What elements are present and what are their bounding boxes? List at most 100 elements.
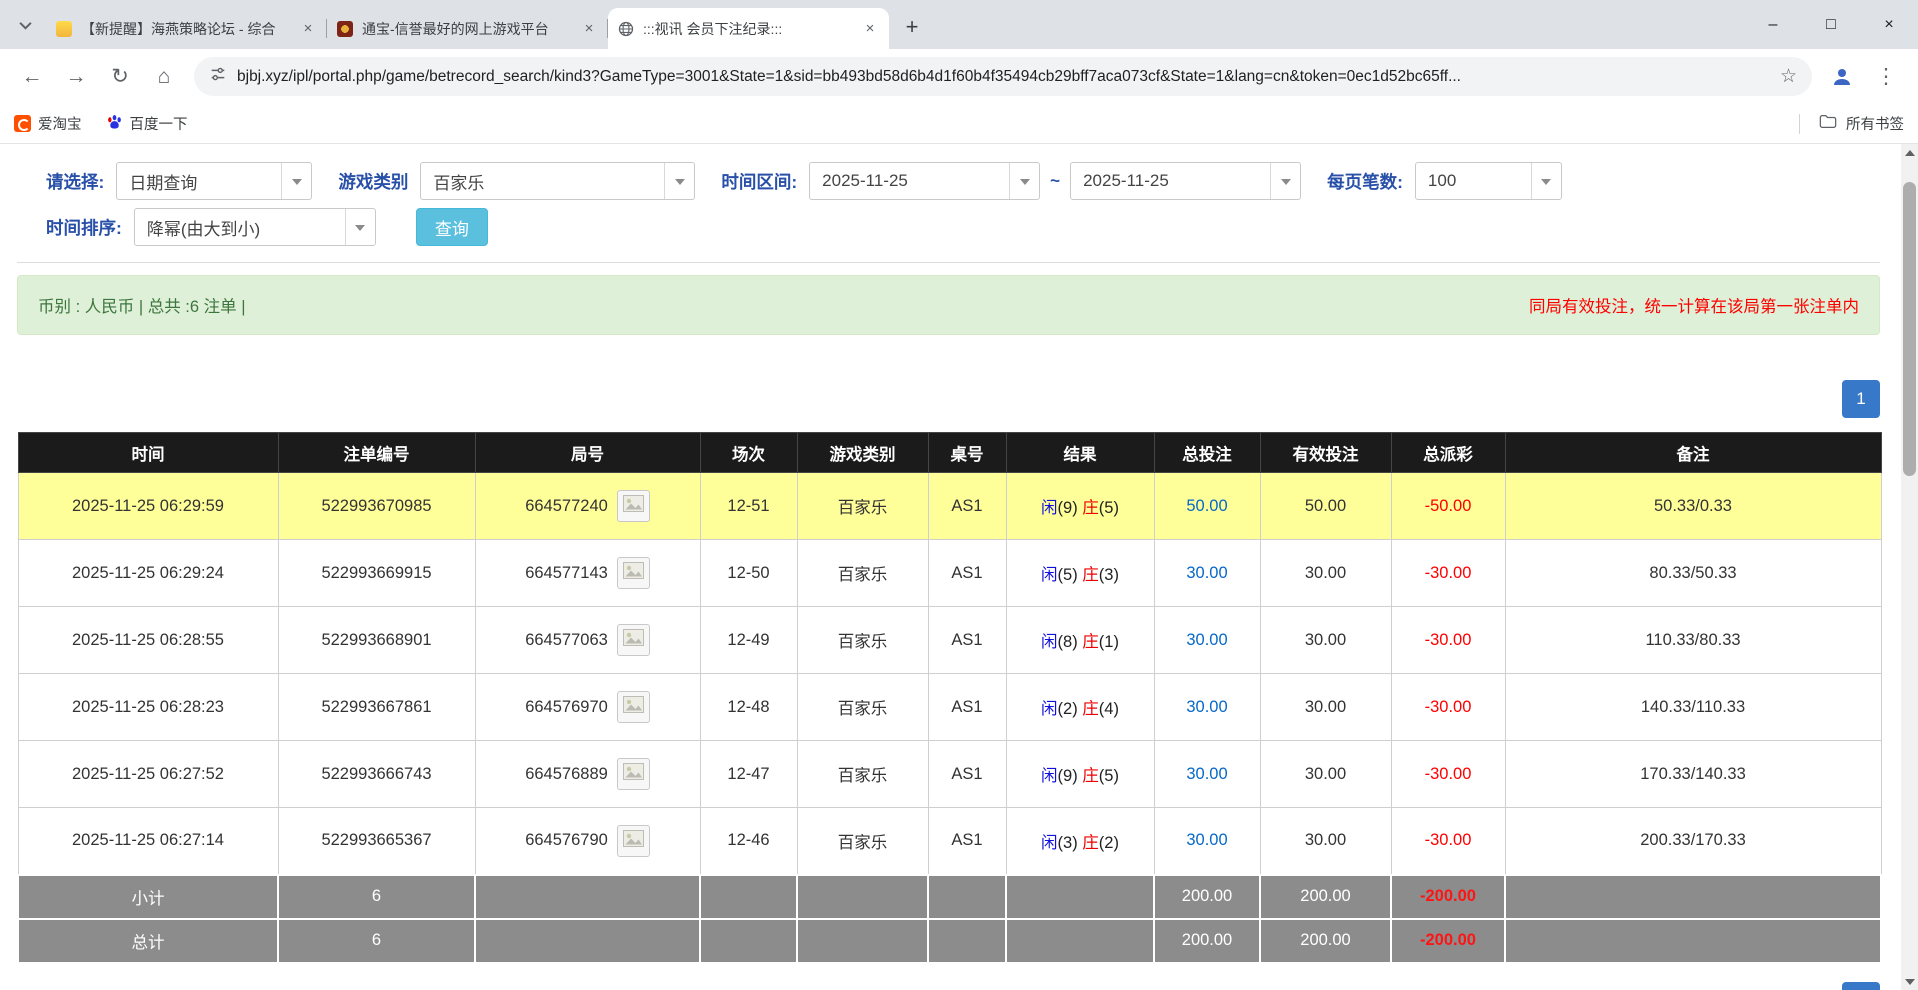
home-button[interactable]: ⌂ <box>144 57 184 97</box>
cell-total-bet: 50.00 <box>1154 473 1260 540</box>
round-video-button[interactable] <box>617 825 650 857</box>
new-tab-button[interactable]: + <box>897 12 927 42</box>
cell-game-type: 百家乐 <box>797 473 928 540</box>
back-button[interactable]: ← <box>12 57 52 97</box>
col-result: 结果 <box>1006 433 1154 473</box>
cell-total-bet: 30.00 <box>1154 607 1260 674</box>
bet-table-body: 2025-11-25 06:29:59522993670985664577240… <box>18 473 1881 875</box>
chevron-down-icon[interactable] <box>1009 163 1039 199</box>
cell-total-bet: 30.00 <box>1154 540 1260 607</box>
scrollbar-up-arrow[interactable] <box>1901 144 1918 161</box>
page-content: 请选择: 日期查询 游戏类别 百家乐 时间区间: 2025-11-25 <box>0 144 1918 990</box>
chevron-down-icon[interactable] <box>345 209 375 245</box>
reload-button[interactable]: ↻ <box>100 57 140 97</box>
window-maximize-button[interactable]: □ <box>1802 0 1860 49</box>
round-video-button[interactable] <box>617 758 650 790</box>
tab-1-favicon <box>56 21 72 37</box>
pagination-top: 1 <box>17 380 1880 418</box>
page-1-button[interactable]: 1 <box>1842 380 1880 418</box>
cell-game-type: 百家乐 <box>797 741 928 808</box>
window-controls: – □ × <box>1744 0 1918 49</box>
table-row: 2025-11-25 06:29:24522993669915664577143… <box>18 540 1881 607</box>
cell-table-no: AS1 <box>928 674 1006 741</box>
cell-time: 2025-11-25 06:29:24 <box>18 540 278 607</box>
cell-time: 2025-11-25 06:28:23 <box>18 674 278 741</box>
cell-payout: -30.00 <box>1391 540 1505 607</box>
bookmark-star-icon[interactable]: ☆ <box>1780 65 1797 88</box>
round-video-button[interactable] <box>617 624 650 656</box>
video-thumbnail-icon <box>623 495 644 517</box>
total-count: 6 <box>278 919 475 963</box>
col-table-no: 桌号 <box>928 433 1006 473</box>
total-total-bet: 200.00 <box>1154 919 1260 963</box>
cell-total-bet: 30.00 <box>1154 808 1260 875</box>
chevron-down-icon[interactable] <box>1270 163 1300 199</box>
forward-button[interactable]: → <box>56 57 96 97</box>
round-video-button[interactable] <box>617 490 650 522</box>
cell-session: 12-46 <box>700 808 797 875</box>
game-type-select[interactable]: 百家乐 <box>420 162 695 200</box>
total-row: 总计 6 200.00 200.00 -200.00 <box>18 919 1881 963</box>
video-thumbnail-icon <box>623 830 644 852</box>
bookmark-taobao[interactable]: 爱淘宝 <box>14 113 82 134</box>
total-payout: -200.00 <box>1391 919 1505 963</box>
cell-remark: 140.33/110.33 <box>1505 674 1881 741</box>
subtotal-valid-bet: 200.00 <box>1260 875 1391 919</box>
all-bookmarks-label[interactable]: 所有书签 <box>1846 113 1904 134</box>
round-video-button[interactable] <box>617 691 650 723</box>
cell-remark: 200.33/170.33 <box>1505 808 1881 875</box>
tab-1-close-icon[interactable]: × <box>299 20 317 38</box>
cell-result: 闲(9) 庄(5) <box>1006 473 1154 540</box>
browser-menu-icon[interactable]: ⋮ <box>1866 57 1906 97</box>
tab-3-close-icon[interactable]: × <box>861 20 879 38</box>
vertical-scrollbar[interactable] <box>1901 144 1918 990</box>
subtotal-label: 小计 <box>18 875 278 919</box>
window-close-button[interactable]: × <box>1860 0 1918 49</box>
cell-remark: 170.33/140.33 <box>1505 741 1881 808</box>
cell-round-id: 664577240 <box>475 473 700 540</box>
window-minimize-button[interactable]: – <box>1744 0 1802 49</box>
subtotal-payout: -200.00 <box>1391 875 1505 919</box>
page-size-select[interactable]: 100 <box>1415 162 1562 200</box>
browser-tab-1[interactable]: 【新提醒】海燕策略论坛 - 综合 × <box>46 8 327 49</box>
browser-navbar: ← → ↻ ⌂ bjbj.xyz/ipl/portal.php/game/bet… <box>0 49 1918 104</box>
search-button[interactable]: 查询 <box>416 208 488 246</box>
table-row: 2025-11-25 06:27:14522993665367664576790… <box>18 808 1881 875</box>
scrollbar-down-arrow[interactable] <box>1901 973 1918 990</box>
query-type-select[interactable]: 日期查询 <box>116 162 312 200</box>
chevron-down-icon[interactable] <box>1531 163 1561 199</box>
url-text[interactable]: bjbj.xyz/ipl/portal.php/game/betrecord_s… <box>237 68 1770 86</box>
browser-tab-3-active[interactable]: :::视讯 会员下注纪录::: × <box>608 8 889 49</box>
video-thumbnail-icon <box>623 763 644 785</box>
cell-game-type: 百家乐 <box>797 674 928 741</box>
page-1-button-bottom[interactable]: 1 <box>1842 982 1880 990</box>
round-video-button[interactable] <box>617 557 650 589</box>
bookmarks-bar: 爱淘宝 百度一下 所有书签 <box>0 104 1918 144</box>
chevron-down-icon[interactable] <box>664 163 694 199</box>
cell-game-type: 百家乐 <box>797 607 928 674</box>
page-size-label: 每页笔数: <box>1327 169 1403 194</box>
address-bar[interactable]: bjbj.xyz/ipl/portal.php/game/betrecord_s… <box>194 57 1812 96</box>
cell-payout: -30.00 <box>1391 674 1505 741</box>
profile-icon[interactable] <box>1822 57 1862 97</box>
cell-remark: 110.33/80.33 <box>1505 607 1881 674</box>
date-from-select[interactable]: 2025-11-25 <box>809 162 1040 200</box>
chevron-down-icon[interactable] <box>281 163 311 199</box>
bookmark-baidu[interactable]: 百度一下 <box>106 113 188 134</box>
tab-search-chevron-icon[interactable] <box>10 10 40 40</box>
date-to-select[interactable]: 2025-11-25 <box>1070 162 1301 200</box>
currency-summary-text: 币别 : 人民币 | 总共 :6 注单 | <box>38 293 246 317</box>
tab-2-close-icon[interactable]: × <box>580 20 598 38</box>
cell-valid-bet: 30.00 <box>1260 607 1391 674</box>
cell-total-bet: 30.00 <box>1154 741 1260 808</box>
browser-tab-2[interactable]: 通宝-信誉最好的网上游戏平台 × <box>327 8 608 49</box>
cell-session: 12-48 <box>700 674 797 741</box>
sort-order-select[interactable]: 降幂(由大到小) <box>134 208 376 246</box>
scrollbar-thumb[interactable] <box>1903 182 1916 476</box>
tab-3-title: :::视讯 会员下注纪录::: <box>643 19 853 39</box>
col-valid-bet: 有效投注 <box>1260 433 1391 473</box>
date-range-separator: ~ <box>1050 171 1060 191</box>
tab-1-title: 【新提醒】海燕策略论坛 - 综合 <box>81 19 291 39</box>
site-settings-icon[interactable] <box>209 65 227 88</box>
date-range-label: 时间区间: <box>721 169 797 194</box>
